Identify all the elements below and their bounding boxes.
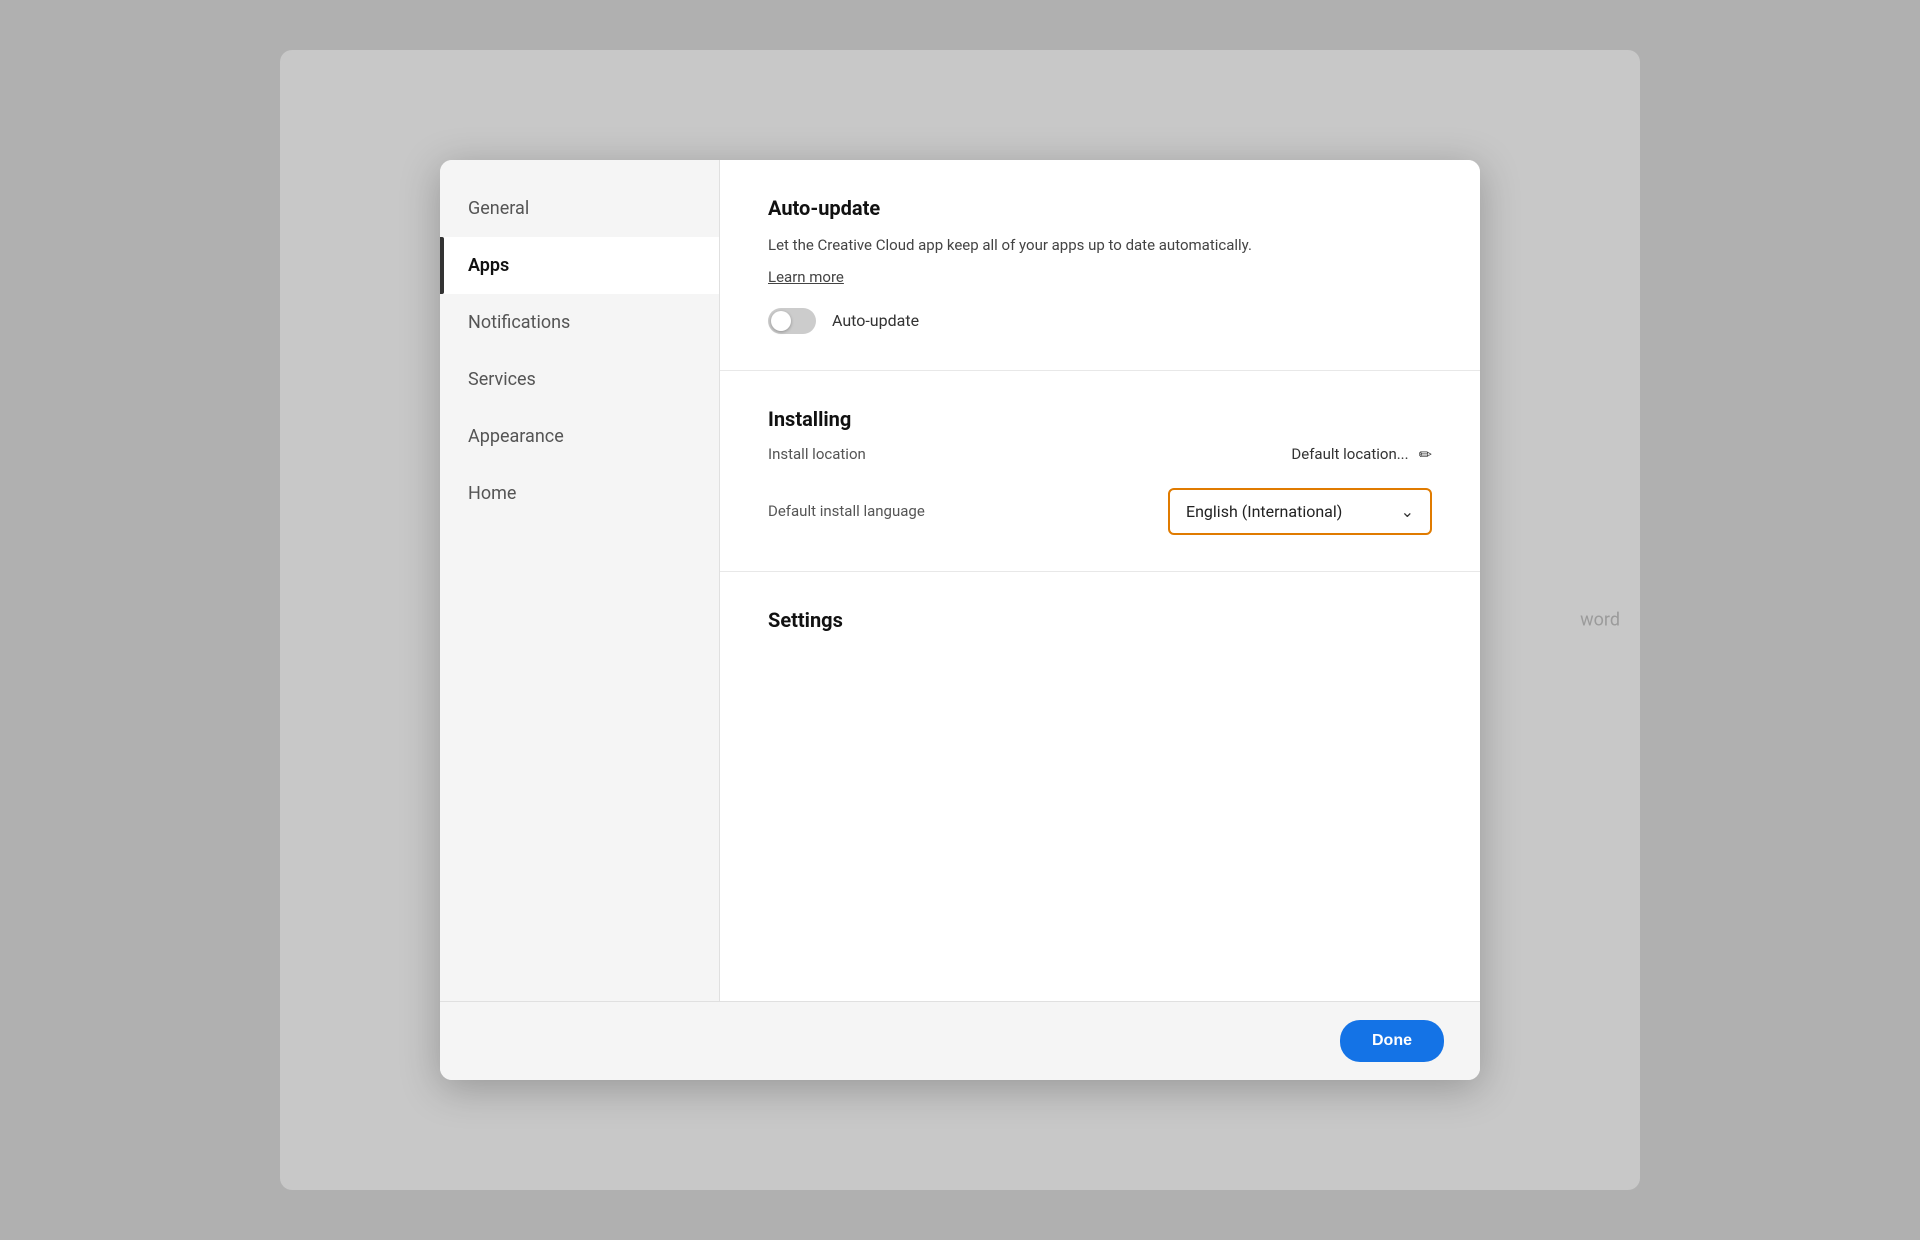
install-location-row: Install location Default location... ✏	[768, 445, 1432, 464]
auto-update-toggle-label: Auto-update	[832, 311, 919, 330]
behind-window-text: word	[1580, 610, 1620, 631]
sidebar-item-services-label: Services	[468, 369, 536, 390]
auto-update-toggle[interactable]	[768, 308, 816, 334]
chevron-down-icon: ⌄	[1401, 502, 1414, 521]
sidebar-item-notifications-label: Notifications	[468, 312, 570, 333]
sidebar-item-appearance[interactable]: Appearance	[440, 408, 719, 465]
outer-background: word General Apps Notifications Services	[280, 50, 1640, 1190]
auto-update-description: Let the Creative Cloud app keep all of y…	[768, 234, 1432, 257]
installing-title: Installing	[768, 407, 1432, 431]
auto-update-title: Auto-update	[768, 196, 1432, 220]
edit-icon[interactable]: ✏	[1419, 445, 1432, 464]
sidebar-item-services[interactable]: Services	[440, 351, 719, 408]
sidebar-item-appearance-label: Appearance	[468, 426, 564, 447]
language-select-wrapper[interactable]: English (International) ⌄	[1168, 488, 1432, 535]
language-select-inner[interactable]: English (International) ⌄	[1170, 490, 1430, 533]
settings-section: Settings	[720, 572, 1480, 682]
settings-dialog: General Apps Notifications Services Appe…	[440, 160, 1480, 1080]
auto-update-section: Auto-update Let the Creative Cloud app k…	[720, 160, 1480, 371]
install-location-value: Default location...	[1291, 445, 1408, 463]
sidebar-item-general-label: General	[468, 198, 529, 219]
sidebar-item-home-label: Home	[468, 483, 516, 504]
learn-more-link[interactable]: Learn more	[768, 268, 844, 286]
default-language-row: Default install language English (Intern…	[768, 488, 1432, 535]
sidebar-item-home[interactable]: Home	[440, 465, 719, 522]
done-button[interactable]: Done	[1340, 1020, 1444, 1062]
sidebar-item-apps-label: Apps	[468, 255, 509, 276]
settings-title: Settings	[768, 608, 1432, 632]
sidebar-item-notifications[interactable]: Notifications	[440, 294, 719, 351]
auto-update-toggle-row: Auto-update	[768, 308, 1432, 334]
installing-section: Installing Install location Default loca…	[720, 371, 1480, 572]
dialog-body: General Apps Notifications Services Appe…	[440, 160, 1480, 1001]
install-location-value-group: Default location... ✏	[1291, 445, 1432, 464]
toggle-knob	[771, 311, 791, 331]
sidebar-item-general[interactable]: General	[440, 180, 719, 237]
language-select-value: English (International)	[1186, 502, 1342, 521]
default-language-label: Default install language	[768, 502, 925, 520]
main-content: Auto-update Let the Creative Cloud app k…	[720, 160, 1480, 1001]
sidebar-item-apps[interactable]: Apps	[440, 237, 719, 294]
sidebar: General Apps Notifications Services Appe…	[440, 160, 720, 1001]
install-location-label: Install location	[768, 445, 866, 463]
dialog-footer: Done	[440, 1001, 1480, 1080]
